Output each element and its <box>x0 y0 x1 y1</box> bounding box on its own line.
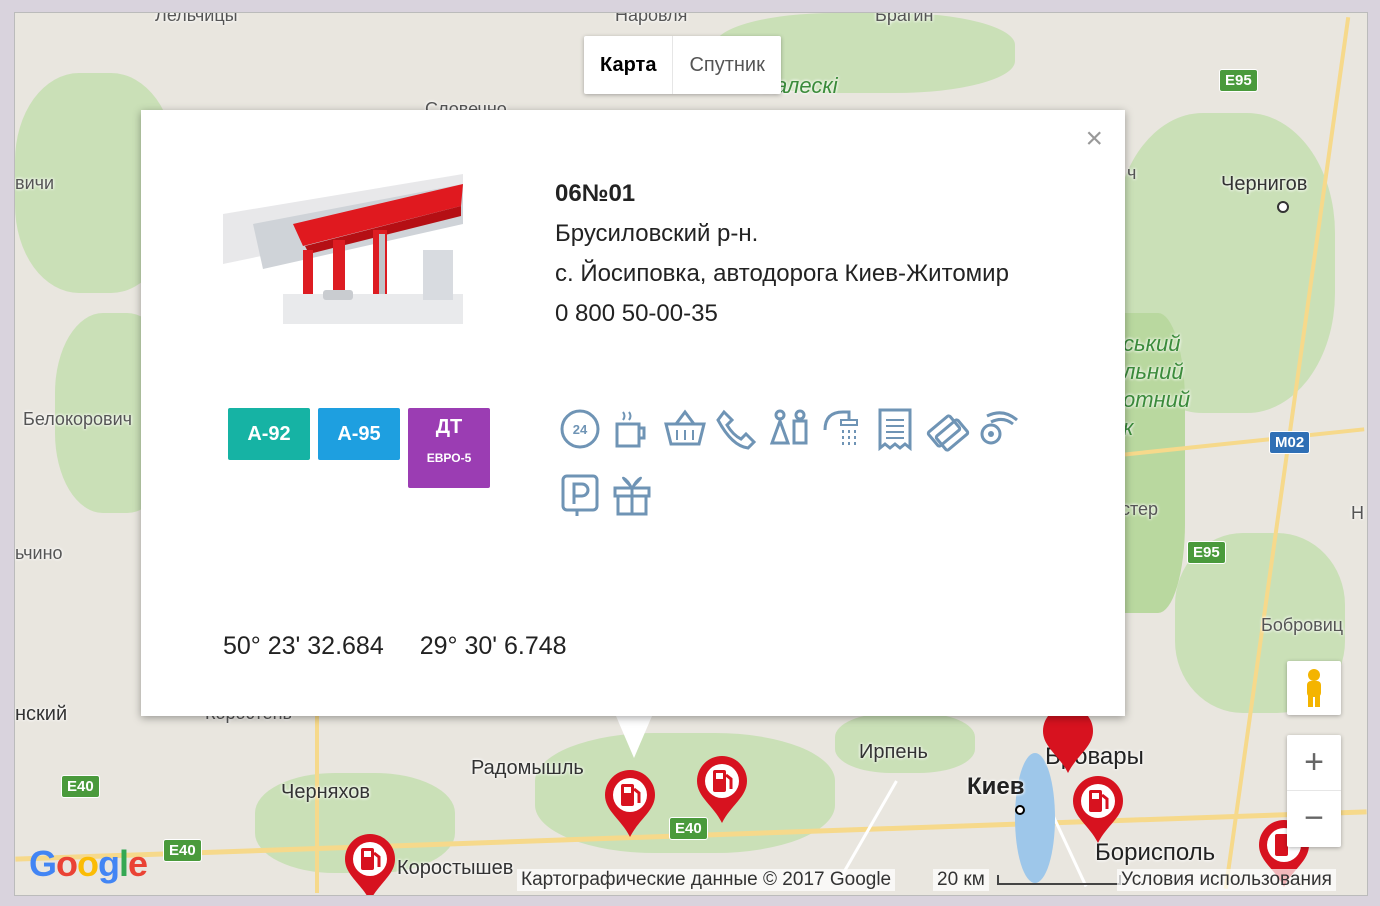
town-label: ьчино <box>15 543 63 563</box>
town-label-kiev: Киев <box>967 773 1025 800</box>
zoom-control: + − <box>1287 735 1341 847</box>
town-label: Радомышль <box>471 757 584 779</box>
street-view-pegman-button[interactable] <box>1287 661 1341 715</box>
town-label: ч <box>1127 163 1137 183</box>
station-address: с. Йосиповка, автодорога Киев-Житомир <box>555 260 1009 287</box>
pegman-icon <box>1307 669 1321 707</box>
map-data-attribution: Картографические данные © 2017 Google <box>517 869 896 891</box>
google-logo: Google <box>29 843 148 884</box>
town-label: Наровля <box>615 12 688 25</box>
town-label: Черняхов <box>281 781 370 803</box>
road-shield: E40 <box>61 775 100 798</box>
longitude: 29° 30' 6.748 <box>419 632 567 660</box>
receipt-icon <box>878 408 912 452</box>
road-shield: E40 <box>163 839 202 862</box>
town-label: вичи <box>15 173 55 193</box>
scale-label: 20 км <box>933 869 989 891</box>
town-label: Ирпень <box>859 741 928 763</box>
road-shield: E95 <box>1187 541 1226 564</box>
shower-icon <box>823 410 859 446</box>
fuel-badge-a95: А-95 <box>318 408 400 460</box>
station-district: Брусиловский р-н. <box>555 220 759 247</box>
map-type-control: Карта Спутник <box>584 36 781 94</box>
coordinates: 50° 23' 32.684 29° 30' 6.748 <box>223 632 603 661</box>
station-photo <box>223 154 465 340</box>
station-code: 06№01 <box>555 180 636 207</box>
town-label: Н <box>1351 503 1364 523</box>
payment-card-icon <box>926 414 970 452</box>
town-label: Коростышев <box>397 857 514 879</box>
zoom-in-button[interactable]: + <box>1287 735 1341 791</box>
town-label: Чернигов <box>1221 173 1308 195</box>
gift-icon <box>613 476 651 516</box>
car-wash-icon <box>980 411 1018 445</box>
station-phone: 0 800 50-00-35 <box>555 300 718 327</box>
services-list: 24 <box>557 406 1047 538</box>
wc-icon <box>769 409 808 445</box>
coffee-icon <box>615 411 646 448</box>
fuel-station-pin[interactable] <box>341 831 399 896</box>
close-icon[interactable]: × <box>1085 124 1103 154</box>
fuel-badge-diesel: ДТ ЕВРО-5 <box>408 408 490 488</box>
town-label: Белокорович <box>23 409 133 429</box>
fuel-station-pin[interactable] <box>693 753 751 825</box>
scale-bar <box>997 875 1121 885</box>
fuel-station-pin[interactable] <box>601 767 659 839</box>
phone-icon <box>716 409 757 450</box>
shop-basket-icon <box>663 409 706 446</box>
fuel-station-pin[interactable] <box>1069 773 1127 845</box>
fuel-badge-a92: А-92 <box>228 408 310 460</box>
town-label: стер <box>1121 499 1159 519</box>
road-shield: M02 <box>1269 431 1311 454</box>
town-label: нский <box>15 703 68 725</box>
zoom-out-button[interactable]: − <box>1287 791 1341 846</box>
fuel-badge-diesel-label: ДТ <box>435 416 463 438</box>
park-label: льний <box>1123 359 1184 384</box>
town-label: Лельчицы <box>155 12 238 25</box>
map-type-satellite-button[interactable]: Спутник <box>673 36 780 94</box>
park-label: ський <box>1123 331 1181 356</box>
station-details: 06№01 Брусиловский р-н. с. Йосиповка, ав… <box>555 174 1009 334</box>
terms-link[interactable]: Условия использования <box>1117 869 1336 891</box>
town-label: Брагин <box>875 12 934 25</box>
svg-text:24: 24 <box>573 422 588 437</box>
city-dot-icon <box>1277 201 1289 213</box>
road-shield: E95 <box>1219 69 1258 92</box>
fuel-badge-diesel-sub: ЕВРО-5 <box>426 451 472 465</box>
latitude: 50° 23' 32.684 <box>223 632 384 660</box>
park-label: отний <box>1123 387 1191 412</box>
map-type-map-button[interactable]: Карта <box>584 36 674 94</box>
parking-icon <box>561 474 599 516</box>
town-label: Бобровиц <box>1261 615 1344 635</box>
24h-clock-icon: 24 <box>560 409 600 449</box>
station-info-window: × 06№01 Брусиловский р-н. с. Йосиповка, … <box>141 110 1125 716</box>
popup-pointer <box>616 716 652 758</box>
